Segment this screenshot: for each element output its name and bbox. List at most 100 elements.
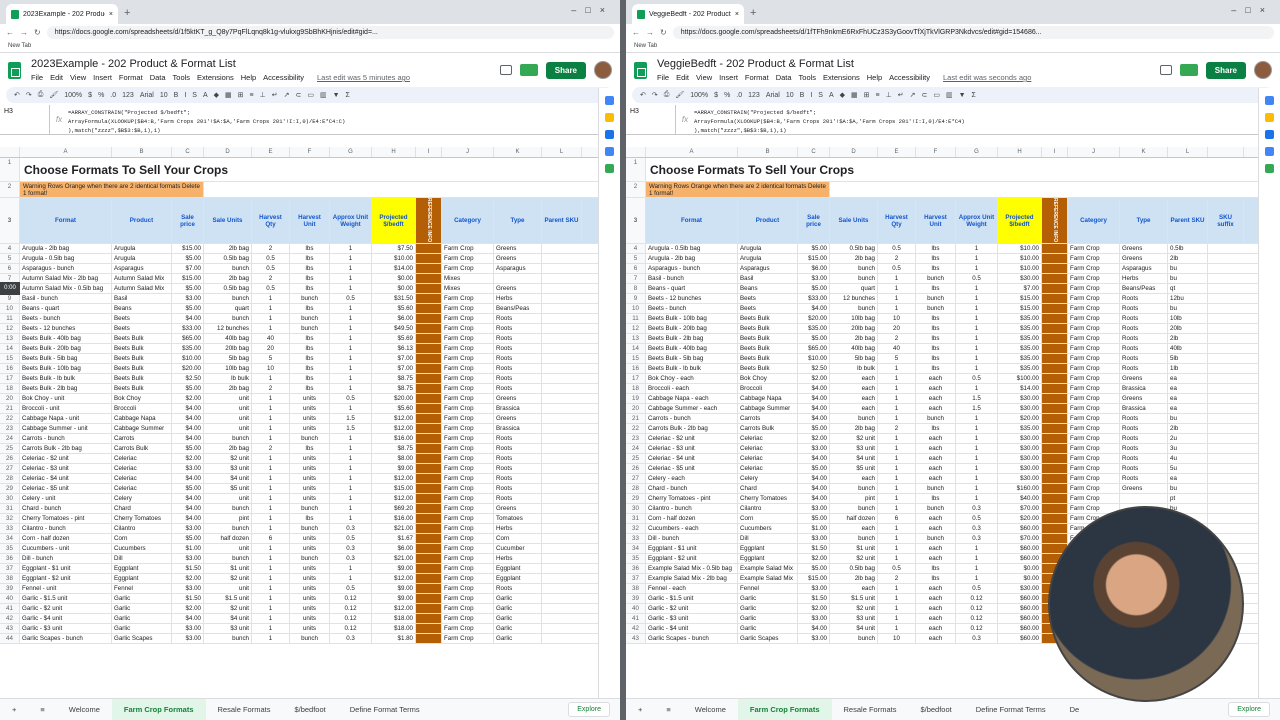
table-cell[interactable]: $60.00	[998, 544, 1042, 553]
row-number[interactable]: 23	[0, 424, 20, 433]
row-number[interactable]: 40	[626, 604, 646, 613]
table-cell[interactable]: $33.00	[172, 324, 204, 333]
table-cell[interactable]: $3 unit	[830, 614, 878, 623]
table-cell[interactable]: lbs	[290, 284, 330, 293]
table-cell[interactable]: Cabbage Summer	[112, 424, 172, 433]
table-cell[interactable]: $4.00	[172, 414, 204, 423]
table-cell[interactable]: 20	[252, 344, 290, 353]
table-cell[interactable]: bunch	[290, 294, 330, 303]
table-cell[interactable]: 0.5	[956, 514, 998, 523]
table-cell[interactable]: 0.5	[330, 534, 372, 543]
table-cell[interactable]: Asparagus	[1120, 264, 1168, 273]
table-cell[interactable]: 1	[252, 404, 290, 413]
table-cell[interactable]: Asparagus	[112, 264, 172, 273]
rotate-icon[interactable]: ↗	[910, 91, 916, 99]
table-cell[interactable]: 1	[330, 254, 372, 263]
table-cell[interactable]: Autumn Salad Mix - 2lb bag	[20, 274, 112, 283]
table-cell[interactable]: $35.00	[172, 344, 204, 353]
table-cell[interactable]: Basil	[112, 294, 172, 303]
table-cell[interactable]: 1	[330, 404, 372, 413]
table-cell[interactable]: Garlic	[112, 604, 172, 613]
table-cell[interactable]: units	[290, 604, 330, 613]
table-cell[interactable]: Celeriac - $4 unit	[646, 454, 738, 463]
table-cell[interactable]: 12bu	[1168, 294, 1208, 303]
table-cell[interactable]: Garlic - $3 unit	[646, 614, 738, 623]
table-cell[interactable]: Farm Crop	[1068, 444, 1120, 453]
table-cell[interactable]: Mixes	[442, 274, 494, 283]
align-icon[interactable]: ≡	[250, 92, 254, 99]
sheet-tab[interactable]: Welcome	[57, 699, 112, 720]
table-cell[interactable]: $9.00	[372, 564, 416, 573]
table-cell[interactable]: $12.00	[372, 574, 416, 583]
table-cell[interactable]: Roots	[494, 344, 542, 353]
table-cell[interactable]: 1	[330, 334, 372, 343]
table-cell[interactable]: $15.00	[998, 294, 1042, 303]
table-cell[interactable]: Garlic	[738, 604, 798, 613]
table-cell[interactable]: 20lb bag	[204, 344, 252, 353]
table-cell[interactable]: $3.00	[172, 554, 204, 563]
table-cell[interactable]: $20.00	[172, 364, 204, 373]
table-cell[interactable]: $4.00	[798, 474, 830, 483]
table-cell[interactable]: $70.00	[998, 534, 1042, 543]
column-header-product[interactable]: Product	[738, 198, 798, 243]
column-header[interactable]: H	[998, 147, 1042, 157]
table-cell[interactable]: Garlic	[494, 614, 542, 623]
add-sheet-icon[interactable]: +	[0, 699, 28, 720]
browser-tab[interactable]: VeggieBedft - 202 Product & ×	[632, 4, 744, 24]
row-number[interactable]: 15	[626, 354, 646, 363]
table-cell[interactable]: $60.00	[998, 554, 1042, 563]
column-header-harvest-qty[interactable]: Harvest Qty	[878, 198, 916, 243]
row-number[interactable]: 3	[0, 198, 20, 243]
table-cell[interactable]: each	[830, 384, 878, 393]
table-cell[interactable]: 1	[330, 354, 372, 363]
table-cell[interactable]: $12.00	[372, 414, 416, 423]
row-number[interactable]: 39	[0, 584, 20, 593]
table-cell[interactable]: $30.00	[998, 274, 1042, 283]
table-cell[interactable]: Garlic	[112, 624, 172, 633]
table-cell[interactable]: Garlic	[112, 614, 172, 623]
table-cell[interactable]: 0.3	[956, 524, 998, 533]
table-cell[interactable]: $4 unit	[830, 454, 878, 463]
table-cell[interactable]: 0.12	[330, 614, 372, 623]
table-cell[interactable]: 0.3	[330, 524, 372, 533]
table-cell[interactable]: 1	[330, 284, 372, 293]
row-number[interactable]: 25	[626, 454, 646, 463]
table-cell[interactable]: Asparagus - bunch	[646, 264, 738, 273]
table-cell[interactable]: 2lb bag	[830, 574, 878, 583]
table-cell[interactable]: 1	[252, 294, 290, 303]
table-cell[interactable]: $100.00	[998, 374, 1042, 383]
table-cell[interactable]: Greens	[494, 504, 542, 513]
table-cell[interactable]: $3.00	[172, 294, 204, 303]
functions-icon[interactable]: Σ	[972, 92, 976, 99]
table-cell[interactable]: 1	[956, 364, 998, 373]
table-cell[interactable]: bunch	[290, 524, 330, 533]
table-cell[interactable]: bunch	[830, 264, 878, 273]
table-cell[interactable]: $35.00	[798, 324, 830, 333]
table-cell[interactable]: lbs	[290, 374, 330, 383]
column-header-category[interactable]: Category	[1068, 198, 1120, 243]
table-cell[interactable]: 1	[252, 434, 290, 443]
back-icon[interactable]: ←	[6, 28, 14, 37]
table-cell[interactable]: 1	[252, 574, 290, 583]
table-cell[interactable]: Beets Bulk	[112, 384, 172, 393]
row-number[interactable]: 16	[626, 364, 646, 373]
table-cell[interactable]: $2.00	[172, 454, 204, 463]
row-number[interactable]: 30	[0, 494, 20, 503]
menu-format[interactable]: Format	[119, 73, 143, 82]
table-cell[interactable]: bunch	[290, 504, 330, 513]
column-header[interactable]: C	[172, 147, 204, 157]
table-cell[interactable]: 2lb	[1168, 254, 1208, 263]
chart-icon[interactable]: ▥	[946, 91, 953, 99]
table-cell[interactable]: $3.00	[798, 614, 830, 623]
calendar-icon[interactable]	[605, 96, 614, 105]
table-cell[interactable]: Cherry Tomatoes	[738, 494, 798, 503]
comment-icon[interactable]	[1159, 65, 1172, 75]
redo-icon[interactable]: ↷	[652, 91, 658, 99]
table-cell[interactable]: lbs	[916, 324, 956, 333]
table-cell[interactable]: $70.00	[998, 504, 1042, 513]
bold-icon[interactable]: B	[800, 92, 805, 99]
table-cell[interactable]: Broccoli	[112, 404, 172, 413]
table-cell[interactable]: lbs	[290, 274, 330, 283]
row-number[interactable]: 14	[0, 344, 20, 353]
table-cell[interactable]: each	[916, 404, 956, 413]
